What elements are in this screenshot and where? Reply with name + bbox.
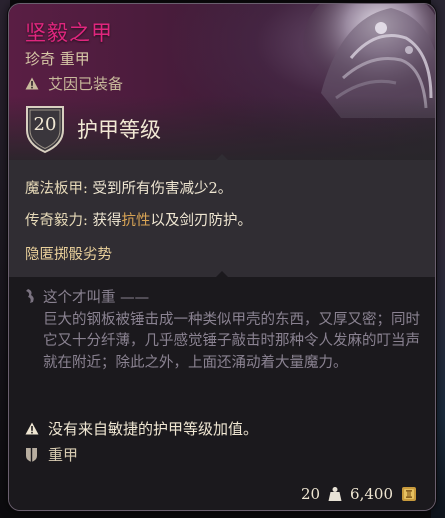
gold-value: 6,400 (350, 485, 393, 503)
armor-class-row: 20 护甲等级 (25, 104, 161, 154)
no-dex-note: 没有来自敏捷的护甲等级加值。 (25, 418, 258, 439)
item-rarity-type: 珍奇 重甲 (25, 50, 90, 68)
resistance-link[interactable]: 抗性 (122, 213, 151, 229)
item-name: 坚毅之甲 (25, 21, 113, 45)
quote-icon (26, 289, 34, 303)
gold-coin-icon (402, 487, 416, 501)
property-magic-plate: 魔法板甲: 受到所有伤害减少2。 (25, 177, 232, 198)
item-tooltip: 坚毅之甲 珍奇 重甲 艾因已装备 20 护甲等级 魔法板甲: 受到所有伤害减少2… (8, 3, 436, 511)
weight-value: 20 (300, 485, 321, 503)
property-legendary-resilience: 传奇毅力: 获得抗性以及剑刃防护。 (25, 209, 252, 230)
equipped-text: 艾因已装备 (48, 75, 124, 93)
flavor-title: 这个才叫重 —— (43, 290, 150, 306)
property-text-tail: 以及剑刃防护。 (150, 213, 253, 229)
property-key: 传奇毅力: (25, 213, 88, 229)
armor-class-value: 20 (33, 114, 57, 135)
flavor-text: 这个才叫重 —— 巨大的钢板被锤击成一种类似甲壳的东西，又厚又密；同时它又十分纤… (43, 288, 423, 374)
shield-icon: 20 (25, 104, 65, 154)
heavy-armor-icon (26, 447, 37, 462)
armor-type-row: 重甲 (25, 444, 78, 465)
property-key: 魔法板甲: (25, 181, 88, 197)
warning-icon (25, 422, 39, 435)
flavor-body: 巨大的钢板被锤击成一种类似甲壳的东西，又厚又密；同时它又十分纤薄，几乎感觉锤子敲… (43, 311, 420, 371)
equipped-status: 艾因已装备 (25, 73, 123, 94)
property-stealth-disadvantage: 隐匿掷骰劣势 (25, 247, 112, 263)
weight-icon (328, 487, 342, 501)
armor-class-label: 护甲等级 (77, 118, 161, 142)
property-text: 获得 (92, 213, 122, 229)
warning-icon (25, 77, 39, 90)
armor-type-text: 重甲 (48, 446, 79, 464)
property-text: 受到所有伤害减少2。 (92, 181, 233, 197)
no-dex-text: 没有来自敏捷的护甲等级加值。 (48, 420, 259, 438)
item-footer: 20 6,400 (301, 485, 417, 503)
